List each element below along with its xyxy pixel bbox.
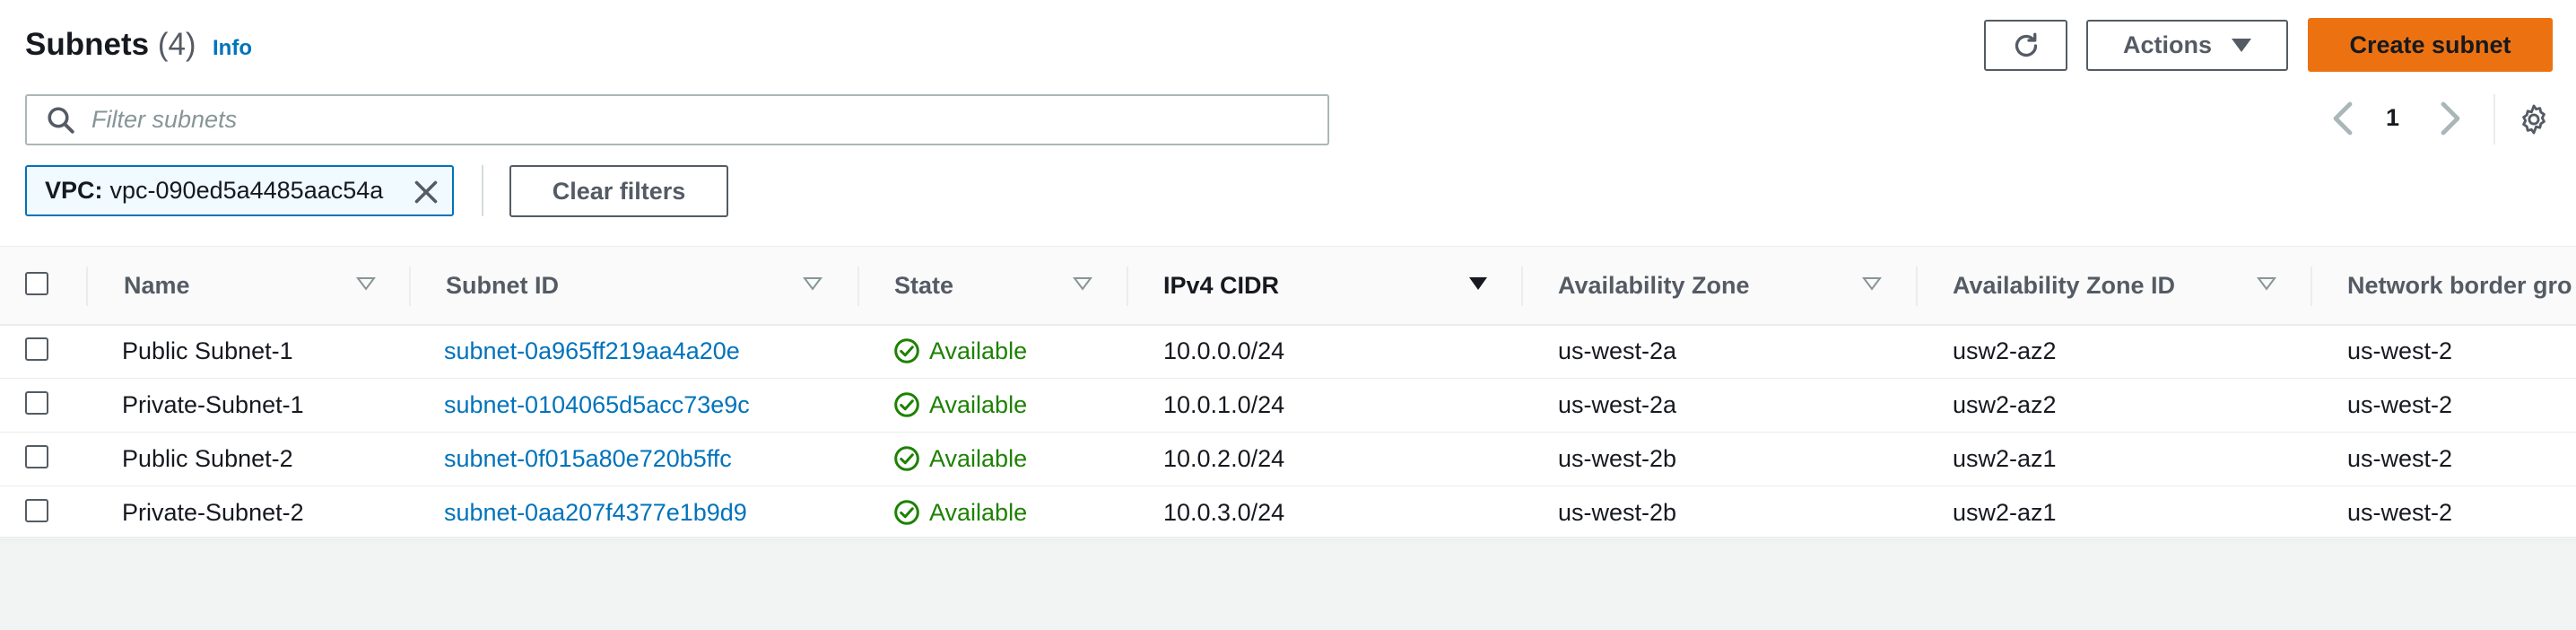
state-text: Available — [929, 444, 1028, 472]
page-title: Subnets (4) — [25, 27, 196, 63]
subnet-id-link[interactable]: subnet-0aa207f4377e1b9d9 — [444, 486, 747, 539]
cell-network-border-group: us-west-2 — [2347, 337, 2453, 364]
row-checkbox[interactable] — [25, 391, 48, 415]
search-input[interactable] — [90, 105, 1259, 135]
table-row[interactable]: Private-Subnet-1 subnet-0104065d5acc73e9… — [0, 378, 2576, 433]
table-row[interactable]: Public Subnet-1 subnet-0a965ff219aa4a20e… — [0, 324, 2576, 379]
sort-icon[interactable] — [356, 276, 376, 292]
column-header-state[interactable]: State — [894, 247, 953, 324]
subnet-id-link[interactable]: subnet-0104065d5acc73e9c — [444, 378, 750, 432]
check-circle-icon — [894, 338, 919, 363]
column-header-availability-zone[interactable]: Availability Zone — [1558, 247, 1750, 324]
column-header-name[interactable]: Name — [124, 247, 190, 324]
cell-availability-zone-id: usw2-az2 — [1953, 390, 2057, 418]
sort-descending-icon[interactable] — [1468, 276, 1488, 292]
filter-divider — [482, 165, 483, 216]
cell-ipv4-cidr: 10.0.2.0/24 — [1163, 444, 1285, 472]
sort-icon[interactable] — [803, 276, 822, 292]
column-divider — [1916, 267, 1918, 306]
table-row[interactable]: Private-Subnet-2 subnet-0aa207f4377e1b9d… — [0, 486, 2576, 540]
column-header-availability-zone-id[interactable]: Availability Zone ID — [1953, 247, 2175, 324]
caret-down-icon — [2232, 39, 2251, 52]
state-text: Available — [929, 498, 1028, 526]
refresh-icon — [2015, 32, 2037, 57]
cell-availability-zone: us-west-2a — [1558, 337, 1677, 364]
info-link[interactable]: Info — [213, 36, 252, 61]
subnet-count: (4) — [157, 27, 196, 62]
cell-network-border-group: us-west-2 — [2347, 444, 2453, 472]
close-icon[interactable] — [413, 179, 439, 206]
cell-ipv4-cidr: 10.0.3.0/24 — [1163, 498, 1285, 526]
column-header-ipv4-cidr[interactable]: IPv4 CIDR — [1163, 247, 1279, 324]
actions-label: Actions — [2122, 31, 2212, 58]
cell-state: Available — [893, 432, 1027, 486]
page-number[interactable]: 1 — [2386, 104, 2399, 132]
sort-icon[interactable] — [2257, 276, 2276, 292]
cell-network-border-group: us-west-2 — [2347, 498, 2453, 526]
column-divider — [409, 267, 411, 306]
row-checkbox[interactable] — [25, 499, 48, 522]
cell-availability-zone-id: usw2-az1 — [1953, 498, 2057, 526]
create-subnet-button[interactable]: Create subnet — [2308, 18, 2553, 72]
cell-availability-zone: us-west-2a — [1558, 390, 1677, 418]
pager-divider — [2493, 94, 2495, 144]
previous-page-icon[interactable] — [2330, 101, 2357, 136]
column-header-subnet-id[interactable]: Subnet ID — [446, 247, 559, 324]
title-text: Subnets — [25, 27, 150, 62]
table-row[interactable]: Public Subnet-2 subnet-0f015a80e720b5ffc… — [0, 432, 2576, 486]
search-box[interactable] — [25, 94, 1329, 145]
cell-state: Available — [893, 378, 1027, 432]
search-icon — [48, 106, 74, 134]
gear-icon[interactable] — [2517, 102, 2551, 136]
column-divider — [857, 267, 859, 306]
clear-filters-label: Clear filters — [552, 177, 686, 205]
column-header-network-border-group[interactable]: Network border gro — [2347, 247, 2572, 324]
check-circle-icon — [894, 392, 919, 417]
column-divider — [86, 267, 88, 306]
cell-name: Private-Subnet-2 — [122, 498, 304, 526]
subnet-id-link[interactable]: subnet-0a965ff219aa4a20e — [444, 324, 740, 378]
cell-name: Public Subnet-2 — [122, 444, 293, 472]
state-text: Available — [929, 390, 1028, 418]
clear-filters-button[interactable]: Clear filters — [509, 165, 728, 217]
actions-button[interactable]: Actions — [2086, 20, 2288, 71]
cell-name: Public Subnet-1 — [122, 337, 293, 364]
cell-availability-zone-id: usw2-az1 — [1953, 444, 2057, 472]
create-subnet-label: Create subnet — [2349, 31, 2511, 58]
column-divider — [1127, 267, 1128, 306]
next-page-icon[interactable] — [2436, 101, 2463, 136]
cell-ipv4-cidr: 10.0.1.0/24 — [1163, 390, 1285, 418]
cell-network-border-group: us-west-2 — [2347, 390, 2453, 418]
vpc-filter-token: VPC: vpc-090ed5a4485aac54a — [25, 165, 454, 216]
cell-name: Private-Subnet-1 — [122, 390, 304, 418]
sort-icon[interactable] — [1073, 276, 1092, 292]
cell-availability-zone-id: usw2-az2 — [1953, 337, 2057, 364]
subnets-panel: Subnets (4) Info Actions Create subnet 1 — [0, 0, 2576, 540]
check-circle-icon — [894, 446, 919, 471]
cell-availability-zone: us-west-2b — [1558, 498, 1677, 526]
select-all-checkbox[interactable] — [25, 272, 48, 295]
cell-state: Available — [893, 486, 1027, 539]
cell-ipv4-cidr: 10.0.0.0/24 — [1163, 337, 1285, 364]
column-divider — [1521, 267, 1523, 306]
cell-availability-zone: us-west-2b — [1558, 444, 1677, 472]
state-text: Available — [929, 337, 1028, 364]
subnet-id-link[interactable]: subnet-0f015a80e720b5ffc — [444, 432, 732, 486]
check-circle-icon — [894, 500, 919, 525]
column-divider — [2311, 267, 2312, 306]
sort-icon[interactable] — [1862, 276, 1882, 292]
row-checkbox[interactable] — [25, 337, 48, 361]
cell-state: Available — [893, 324, 1027, 378]
token-key: VPC: — [45, 177, 103, 204]
token-value: vpc-090ed5a4485aac54a — [109, 177, 384, 204]
row-checkbox[interactable] — [25, 445, 48, 468]
refresh-button[interactable] — [1984, 20, 2067, 71]
table-header: Name Subnet ID State IPv4 CIDR Availabil… — [0, 246, 2576, 326]
